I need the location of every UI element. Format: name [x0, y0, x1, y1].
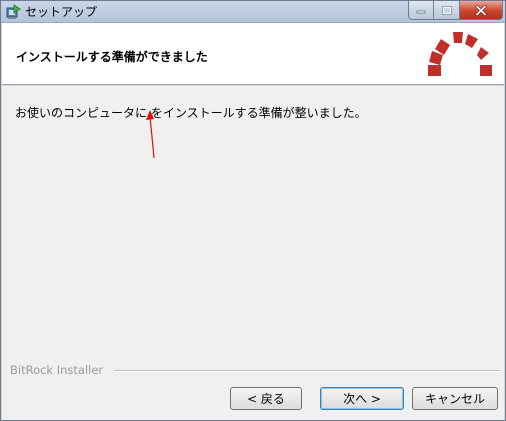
window-title: セットアップ	[25, 5, 98, 19]
minimize-icon	[416, 10, 426, 14]
installer-brand: BitRock Installer	[10, 363, 104, 377]
setup-window: セットアップ インストールする準備ができました お使いのコンピュータに をインス…	[0, 0, 506, 421]
ready-message: お使いのコンピュータに をインストールする準備が整いました。	[15, 106, 367, 120]
divider	[114, 370, 500, 372]
cancel-button[interactable]: キャンセル	[412, 387, 498, 410]
maximize-button[interactable]	[434, 1, 460, 20]
maximize-icon	[441, 5, 452, 15]
minimize-button[interactable]	[408, 1, 434, 20]
close-icon	[475, 4, 487, 16]
installer-icon	[6, 4, 21, 19]
page-header: インストールする準備ができました	[2, 23, 504, 85]
window-controls	[408, 1, 503, 20]
close-button[interactable]	[460, 1, 503, 20]
back-button[interactable]: < 戻る	[230, 387, 302, 410]
red-arrow-annotation-icon	[146, 110, 155, 159]
page-title: インストールする準備ができました	[16, 50, 208, 64]
redmine-logo-icon	[428, 32, 492, 76]
title-bar[interactable]: セットアップ	[1, 1, 505, 23]
installer-brand-row: BitRock Installer	[10, 362, 500, 378]
next-button[interactable]: 次へ >	[320, 387, 404, 410]
main-panel: お使いのコンピュータに をインストールする準備が整いました。 BitRock I…	[2, 86, 504, 420]
